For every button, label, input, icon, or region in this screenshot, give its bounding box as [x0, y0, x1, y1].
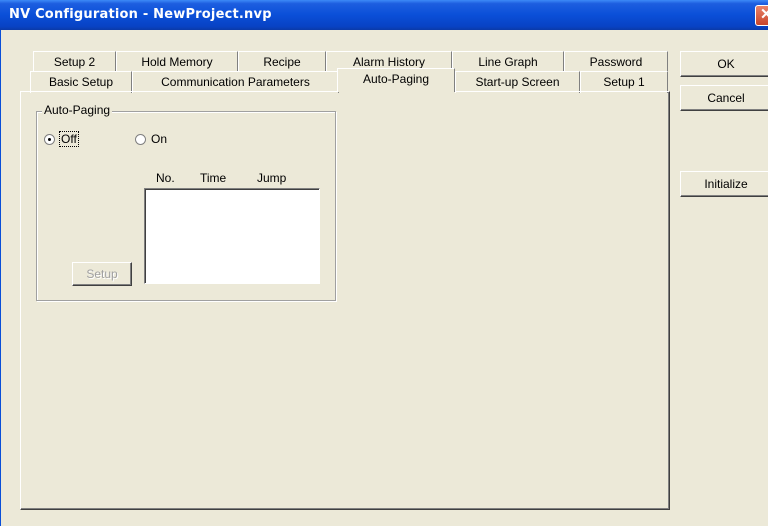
tab-label: Start-up Screen [475, 75, 560, 89]
auto-paging-list[interactable] [144, 188, 320, 284]
tab-label: Hold Memory [141, 55, 213, 69]
column-jump: Jump [257, 171, 287, 185]
radio-off[interactable]: Off [44, 131, 79, 147]
initialize-button[interactable]: Initialize [680, 171, 768, 197]
tab-label: Setup 2 [53, 55, 96, 69]
tab-recipe[interactable]: Recipe [238, 51, 326, 73]
tab-setup-2[interactable]: Setup 2 [33, 51, 116, 73]
tab-setup-1[interactable]: Setup 1 [580, 71, 668, 93]
column-time: Time [200, 171, 227, 185]
tab-hold-memory[interactable]: Hold Memory [116, 51, 238, 73]
tab-label: Auto-Paging [362, 72, 430, 86]
tab-label: Communication Parameters [161, 75, 310, 89]
column-no: No. [156, 171, 175, 185]
tab-password[interactable]: Password [564, 51, 668, 73]
tab-label: Alarm History [352, 55, 425, 69]
tab-label: Basic Setup [48, 75, 114, 89]
tab-communication-parameters[interactable]: Communication Parameters [132, 71, 339, 93]
radio-unselected-icon [135, 133, 146, 145]
radio-off-label: Off [59, 131, 79, 147]
group-label: Auto-Paging [42, 103, 113, 117]
close-icon: ✕ [760, 6, 768, 23]
setup-button[interactable]: Setup [72, 262, 132, 286]
tab-label: Setup 1 [603, 75, 645, 89]
window-title: NV Configuration - NewProject.nvp [9, 7, 272, 22]
radio-selected-icon [44, 133, 55, 145]
close-button[interactable]: ✕ [755, 5, 768, 26]
radio-on-label: On [151, 132, 168, 146]
tab-label: Password [589, 55, 643, 69]
title-bar: NV Configuration - NewProject.nvp ✕ [0, 0, 768, 30]
tab-basic-setup[interactable]: Basic Setup [30, 71, 132, 93]
tab-line-graph[interactable]: Line Graph [452, 51, 564, 73]
tab-label: Line Graph [478, 55, 538, 69]
cancel-button[interactable]: Cancel [680, 85, 768, 111]
tab-auto-paging[interactable]: Auto-Paging [337, 68, 455, 92]
radio-on[interactable]: On [135, 132, 167, 146]
tab-label: Recipe [263, 55, 301, 69]
ok-button[interactable]: OK [680, 51, 768, 77]
tab-start-up-screen[interactable]: Start-up Screen [455, 71, 580, 93]
